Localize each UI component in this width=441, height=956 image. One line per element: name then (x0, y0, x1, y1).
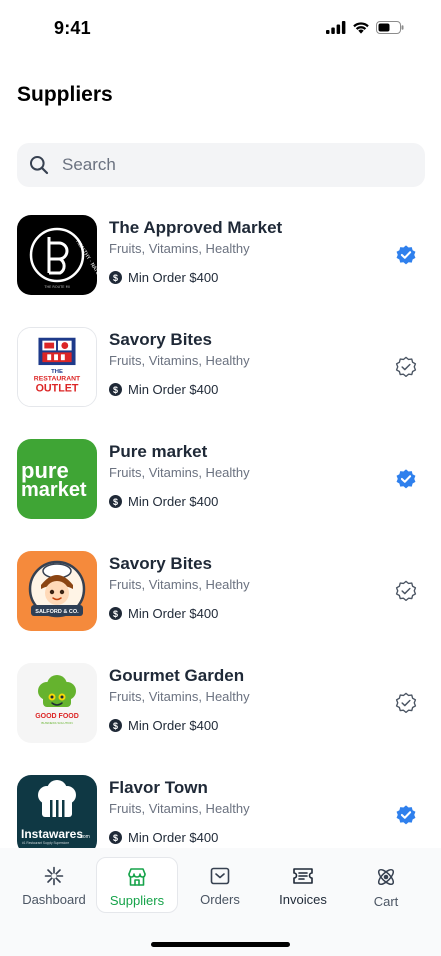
verified-badge-icon (396, 469, 416, 489)
cellular-signal-icon (326, 21, 346, 34)
salford-co-logo: SALFORD & CO. (17, 551, 97, 631)
tab-dashboard[interactable]: Dashboard (13, 857, 95, 913)
supplier-row[interactable]: GOOD FOOD BUSINESS SOLUTION Gourmet Gard… (0, 660, 441, 772)
min-order-text: Min Order $400 (128, 382, 219, 397)
min-order: $ Min Order $400 (109, 830, 218, 845)
verified-badge-icon (396, 245, 416, 265)
home-indicator (151, 942, 290, 947)
tab-label: Orders (200, 892, 240, 907)
tab-label: Invoices (279, 892, 327, 907)
wifi-icon (353, 22, 369, 34)
status-bar: 9:41 (0, 0, 441, 56)
instawares-logo: Instawares .com #1 Restaurant Supply Sup… (17, 775, 97, 855)
min-order-text: Min Order $400 (128, 830, 219, 845)
min-order-text: Min Order $400 (128, 718, 219, 733)
dollar-icon: $ (109, 383, 122, 396)
svg-text:THE: THE (51, 369, 63, 375)
search-icon (30, 156, 49, 175)
svg-text:THE ROUTE MI: THE ROUTE MI (43, 285, 69, 289)
svg-text:OUTLET: OUTLET (36, 382, 79, 394)
supplier-row[interactable]: HEALTHY · NATURAL · POWER THE ROUTE MI T… (0, 212, 441, 324)
supplier-name: Savory Bites (109, 554, 212, 573)
svg-text:.com: .com (79, 834, 90, 840)
tab-label: Cart (373, 894, 399, 909)
min-order-text: Min Order $400 (128, 270, 219, 285)
pure-market-logo: pure market (17, 439, 97, 519)
dollar-icon: $ (109, 271, 122, 284)
supplier-row[interactable]: SALFORD & CO. Savory Bites Fruits, Vitam… (0, 548, 441, 660)
restaurant-outlet-logo: THE RESTAURANT OUTLET (17, 327, 97, 407)
dollar-icon: $ (109, 495, 122, 508)
svg-text:market: market (21, 479, 87, 501)
min-order-text: Min Order $400 (128, 606, 219, 621)
verified-badge-icon (396, 805, 416, 825)
dollar-icon: $ (109, 831, 122, 844)
receipt-icon (293, 868, 313, 884)
supplier-row[interactable]: pure market Pure market Fruits, Vitamins… (0, 436, 441, 548)
svg-text:#1 Restaurant Supply Superstor: #1 Restaurant Supply Superstore (22, 841, 69, 845)
svg-text:GOOD FOOD: GOOD FOOD (35, 713, 79, 720)
svg-text:BUSINESS SOLUTION: BUSINESS SOLUTION (41, 721, 72, 725)
min-order-text: Min Order $400 (128, 494, 219, 509)
supplier-tags: Fruits, Vitamins, Healthy (109, 465, 250, 480)
unverified-badge-icon (395, 580, 417, 602)
min-order: $ Min Order $400 (109, 718, 218, 733)
dollar-icon: $ (109, 719, 122, 732)
tab-orders[interactable]: Orders (179, 857, 261, 913)
atom-icon (377, 868, 395, 886)
search-bar[interactable] (17, 143, 425, 187)
status-time: 9:41 (54, 18, 91, 38)
supplier-tags: Fruits, Vitamins, Healthy (109, 353, 250, 368)
battery-icon (376, 21, 404, 34)
status-icons (326, 21, 404, 34)
min-order: $ Min Order $400 (109, 606, 218, 621)
min-order: $ Min Order $400 (109, 382, 218, 397)
tab-suppliers[interactable]: Suppliers (96, 857, 178, 913)
store-icon (128, 868, 146, 886)
supplier-name: Flavor Town (109, 778, 208, 797)
min-order: $ Min Order $400 (109, 270, 218, 285)
supplier-tags: Fruits, Vitamins, Healthy (109, 577, 250, 592)
page-title: Suppliers (17, 83, 113, 106)
svg-text:Instawares: Instawares (21, 827, 83, 841)
approved-market-logo: HEALTHY · NATURAL · POWER THE ROUTE MI (17, 215, 97, 295)
search-input[interactable] (62, 155, 382, 175)
supplier-name: Gourmet Garden (109, 666, 245, 685)
tab-label: Suppliers (109, 893, 165, 908)
supplier-tags: Fruits, Vitamins, Healthy (109, 241, 250, 256)
good-food-logo: GOOD FOOD BUSINESS SOLUTION (17, 663, 97, 743)
unverified-badge-icon (395, 692, 417, 714)
supplier-tags: Fruits, Vitamins, Healthy (109, 801, 250, 816)
supplier-list: HEALTHY · NATURAL · POWER THE ROUTE MI T… (0, 212, 441, 884)
sparkle-icon (44, 866, 64, 886)
tab-invoices[interactable]: Invoices (262, 857, 344, 913)
supplier-name: Pure market (109, 442, 208, 461)
unverified-badge-icon (395, 356, 417, 378)
supplier-name: Savory Bites (109, 330, 212, 349)
supplier-name: The Approved Market (109, 218, 283, 237)
bottom-tab-bar: Dashboard Suppliers Orders Invoices Cart (0, 848, 441, 956)
supplier-row[interactable]: THE RESTAURANT OUTLET Savory Bites Fruit… (0, 324, 441, 436)
min-order: $ Min Order $400 (109, 494, 218, 509)
dollar-icon: $ (109, 607, 122, 620)
svg-text:SALFORD & CO.: SALFORD & CO. (35, 609, 79, 615)
inbox-icon (210, 867, 230, 885)
tab-label: Dashboard (22, 892, 86, 907)
supplier-tags: Fruits, Vitamins, Healthy (109, 689, 250, 704)
tab-cart[interactable]: Cart (345, 857, 427, 913)
